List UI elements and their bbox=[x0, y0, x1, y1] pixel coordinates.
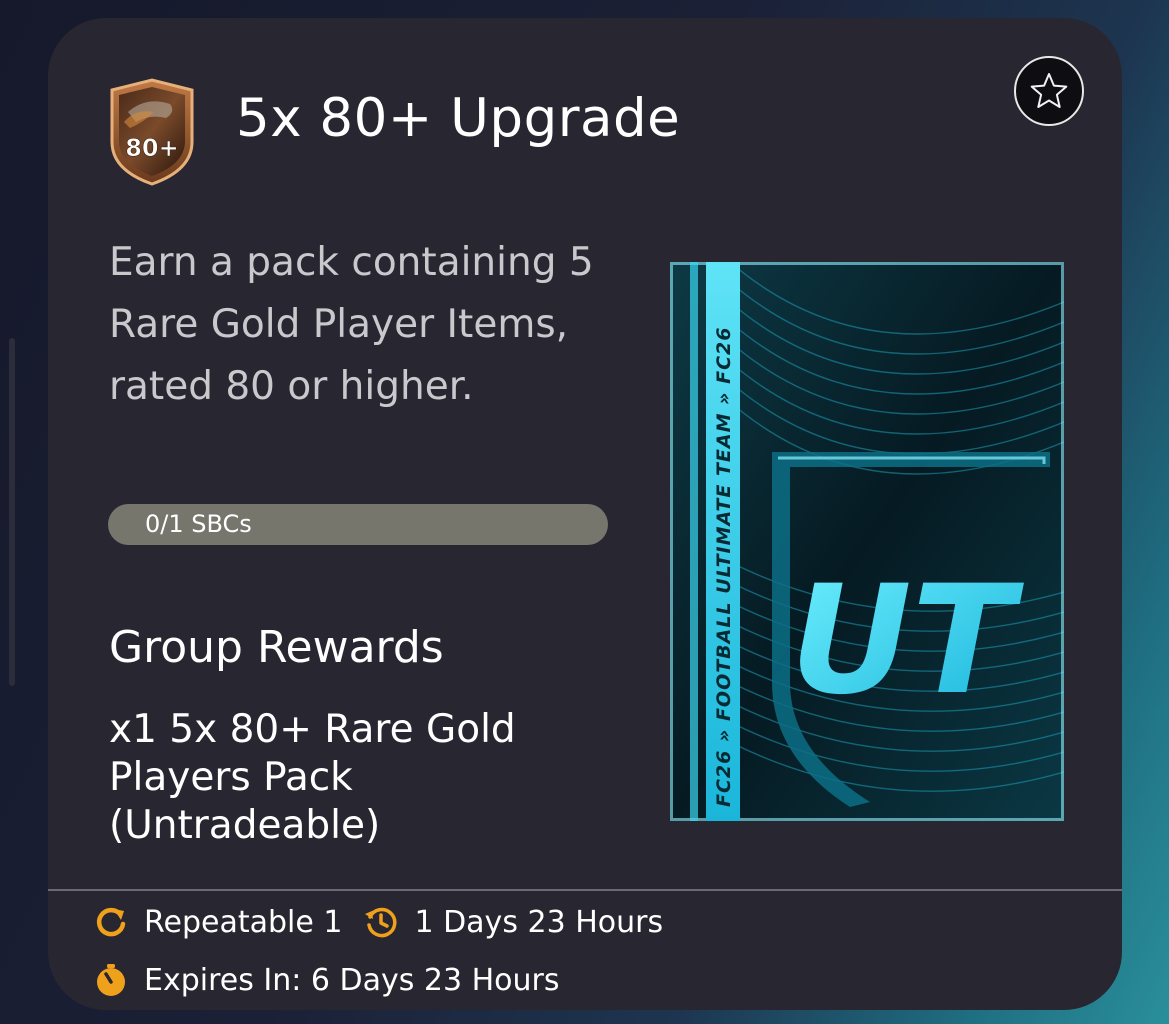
expires-text: Expires In: 6 Days 23 Hours bbox=[144, 962, 560, 998]
stopwatch-icon bbox=[97, 964, 125, 996]
progress-label: 0/1 SBCs bbox=[145, 510, 252, 538]
history-clock-icon bbox=[365, 907, 397, 938]
favorite-button[interactable] bbox=[1014, 56, 1084, 126]
footer-row-expires: Expires In: 6 Days 23 Hours bbox=[94, 958, 560, 1002]
repeatable-text: Repeatable 1 bbox=[144, 904, 343, 940]
reward-item: x1 5x 80+ Rare Gold Players Pack (Untrad… bbox=[109, 707, 516, 848]
pack-logo-text: UT bbox=[790, 554, 1025, 728]
badge-text: 80+ bbox=[125, 134, 179, 162]
sbc-card[interactable]: 80+ 5x 80+ Upgrade Earn a pack containin… bbox=[48, 18, 1122, 1010]
repeat-icon bbox=[96, 907, 126, 937]
pack-side-text: FC26 » FOOTBALL ULTIMATE TEAM » FC26 bbox=[713, 327, 735, 807]
sbc-title: 5x 80+ Upgrade bbox=[236, 88, 681, 149]
group-rewards-heading: Group Rewards bbox=[109, 622, 444, 673]
footer-row-repeat: Repeatable 1 1 Days 23 Hours bbox=[94, 900, 663, 944]
refresh-timer-text: 1 Days 23 Hours bbox=[414, 904, 664, 940]
star-icon bbox=[1030, 73, 1068, 108]
scroll-edge bbox=[9, 338, 15, 686]
sbc-description: Earn a pack containing 5 Rare Gold Playe… bbox=[109, 240, 594, 409]
footer-divider bbox=[48, 889, 1122, 891]
progress-bar: 0/1 SBCs bbox=[108, 504, 608, 545]
pack-image: FC26 » FOOTBALL ULTIMATE TEAM » FC26 UT bbox=[670, 262, 1064, 821]
80-plus-badge-icon: 80+ bbox=[110, 78, 194, 186]
